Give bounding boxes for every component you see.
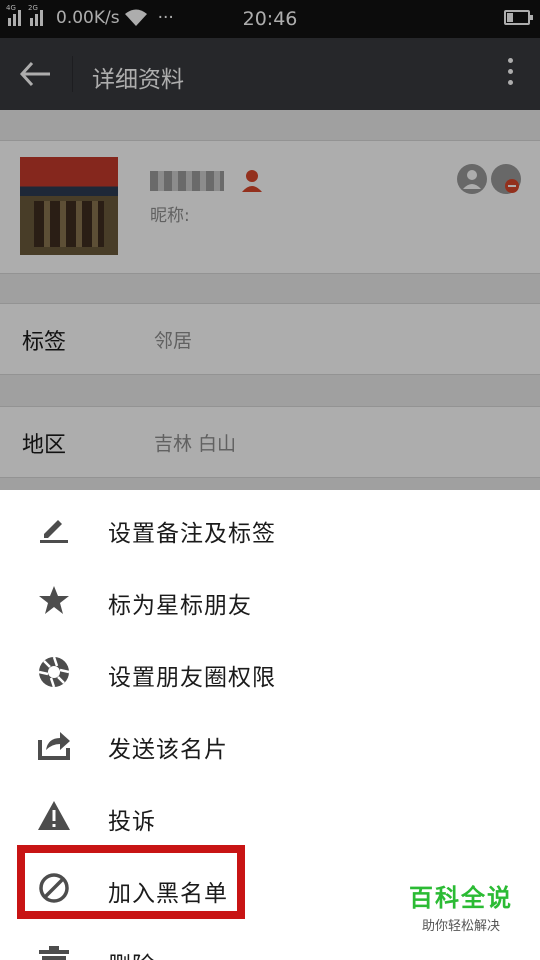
trash-icon [39, 946, 69, 960]
menu-item-star-friend[interactable]: 标为星标朋友 [0, 564, 540, 636]
edit-icon [40, 520, 68, 543]
menu-item-set-remark[interactable]: 设置备注及标签 [0, 492, 540, 564]
watermark-title: 百科全说 [409, 884, 513, 912]
share-icon [38, 732, 70, 760]
menu-label: 设置朋友圈权限 [108, 665, 276, 691]
menu-item-report[interactable]: 投诉 [0, 780, 540, 852]
menu-item-moments-permission[interactable]: 设置朋友圈权限 [0, 636, 540, 708]
aperture-icon [38, 656, 70, 688]
highlight-annotation [17, 845, 245, 919]
menu-label: 删除 [108, 946, 156, 960]
watermark: 百科全说 助你轻松解决 [396, 878, 526, 934]
warning-icon [38, 801, 70, 830]
menu-item-send-card[interactable]: 发送该名片 [0, 708, 540, 780]
menu-label: 标为星标朋友 [108, 593, 252, 619]
menu-label: 设置备注及标签 [108, 521, 276, 547]
dim-overlay[interactable] [0, 0, 540, 490]
watermark-subtitle: 助你轻松解决 [421, 919, 500, 934]
star-icon [39, 586, 69, 614]
menu-label: 发送该名片 [108, 737, 228, 763]
menu-label: 投诉 [108, 809, 156, 835]
